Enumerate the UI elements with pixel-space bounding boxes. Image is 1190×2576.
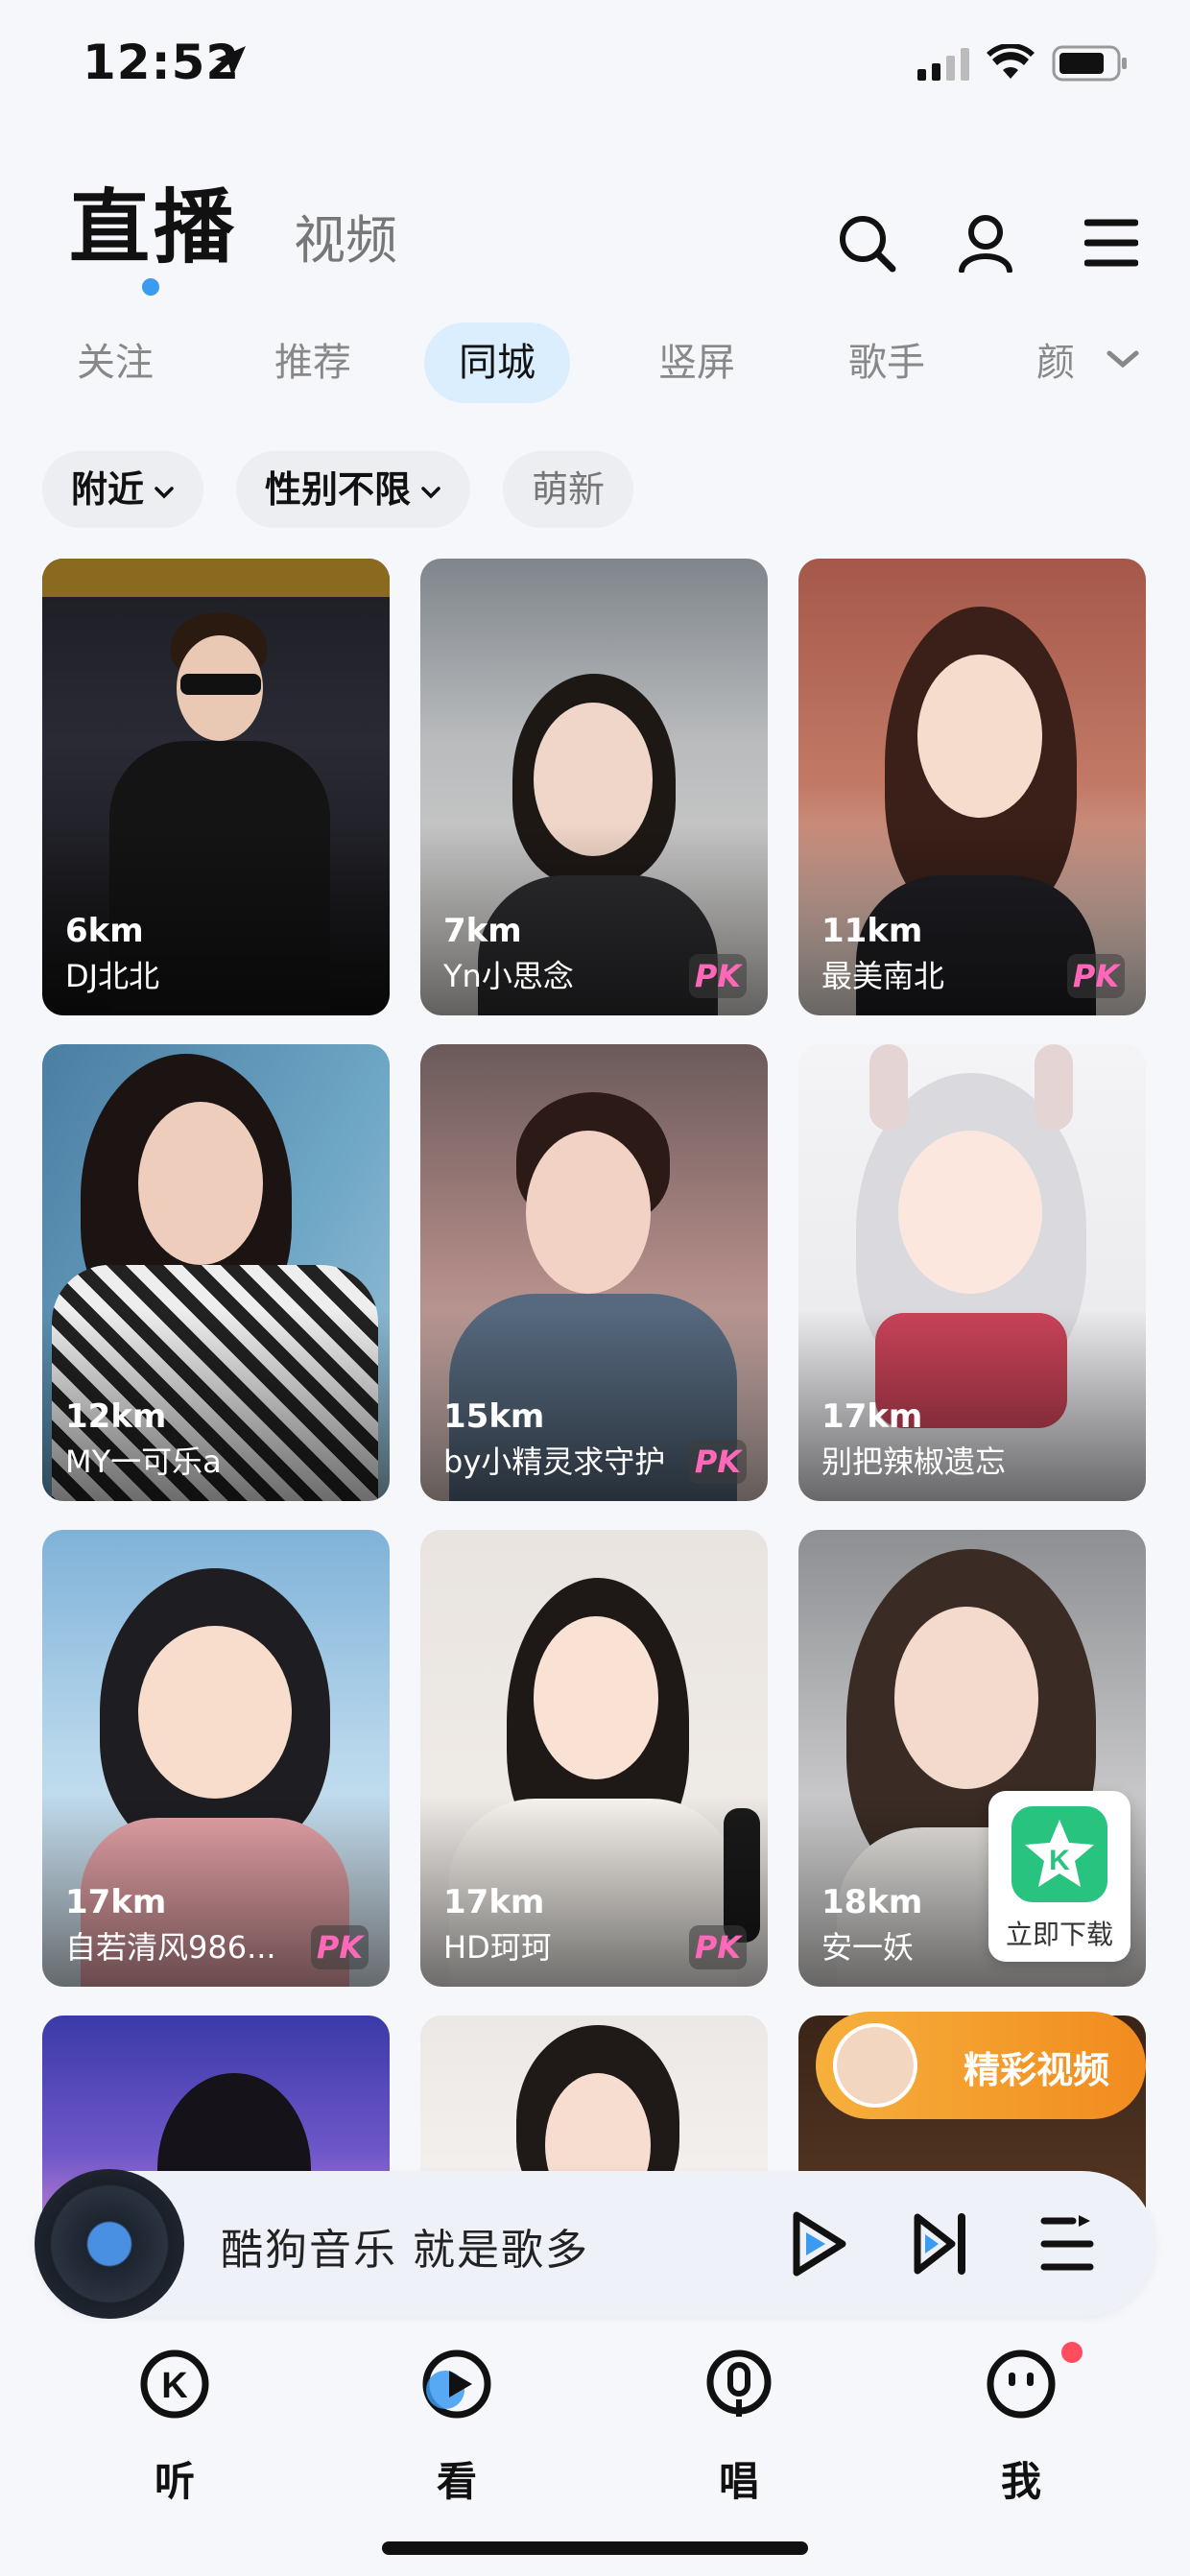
stream-card[interactable]: 6km DJ北北 bbox=[42, 559, 390, 1015]
nav-me-label: 我 bbox=[1000, 2458, 1041, 2505]
streamer-name: 自若清风986... bbox=[65, 1929, 276, 1966]
listen-icon: K bbox=[140, 2349, 209, 2419]
tab-recommend[interactable]: 推荐 bbox=[274, 322, 351, 403]
stream-distance: 6km bbox=[65, 912, 144, 950]
promo-avatar bbox=[833, 2023, 917, 2108]
pk-badge: PK bbox=[689, 954, 747, 998]
user-icon[interactable] bbox=[956, 213, 1015, 273]
stream-card[interactable]: 17km 别把辣椒遗忘 bbox=[798, 1044, 1146, 1501]
search-icon[interactable] bbox=[837, 213, 896, 273]
streamer-name: Yn小思念 bbox=[443, 958, 574, 994]
player-slogan: 酷狗音乐 就是歌多 bbox=[221, 2226, 589, 2275]
cellular-signal-icon bbox=[917, 48, 969, 81]
playlist-icon[interactable] bbox=[1038, 2207, 1096, 2280]
promo-label: 精彩视频 bbox=[964, 2049, 1110, 2091]
active-tab-indicator bbox=[142, 278, 159, 296]
stream-distance: 15km bbox=[443, 1397, 545, 1436]
pk-badge: PK bbox=[689, 1440, 747, 1484]
vinyl-disc-icon bbox=[35, 2169, 184, 2319]
streamer-name: 别把辣椒遗忘 bbox=[821, 1443, 1007, 1480]
pk-badge: PK bbox=[689, 1925, 747, 1969]
streamer-name: 最美南北 bbox=[821, 958, 945, 994]
kugou-k-logo-icon: K bbox=[1012, 1806, 1107, 1902]
filter-nearby-label: 附近 bbox=[71, 468, 145, 511]
chevron-down-icon bbox=[155, 486, 174, 498]
nav-watch[interactable]: 看 bbox=[390, 2342, 524, 2534]
nav-sing[interactable]: 唱 bbox=[672, 2342, 806, 2534]
watch-icon bbox=[422, 2349, 491, 2419]
status-bar: 12:52 bbox=[0, 0, 1190, 134]
stream-distance: 17km bbox=[443, 1883, 545, 1921]
stream-card[interactable]: 12km MY一可乐a bbox=[42, 1044, 390, 1501]
streamer-name: 安一妖 bbox=[821, 1929, 915, 1966]
stream-distance: 7km bbox=[443, 912, 522, 950]
streamer-name: DJ北北 bbox=[65, 958, 160, 994]
svg-text:K: K bbox=[161, 2366, 188, 2406]
battery-icon bbox=[1052, 45, 1127, 82]
pk-badge: PK bbox=[311, 1925, 369, 1969]
streamer-name: by小精灵求守护 bbox=[443, 1443, 666, 1480]
tab-singer[interactable]: 歌手 bbox=[848, 322, 925, 403]
home-indicator[interactable] bbox=[382, 2541, 808, 2555]
stream-distance: 12km bbox=[65, 1397, 167, 1436]
streamer-name: HD珂珂 bbox=[443, 1929, 552, 1966]
category-tabs: 关注 推荐 同城 竖屏 歌手 颜 bbox=[38, 322, 1171, 409]
streamer-name: MY一可乐a bbox=[65, 1443, 222, 1480]
filter-gender[interactable]: 性别不限 bbox=[236, 451, 471, 528]
nav-me[interactable]: 我 bbox=[954, 2342, 1088, 2534]
stream-distance: 11km bbox=[821, 912, 923, 950]
location-arrow-icon bbox=[215, 46, 246, 77]
filter-nearby[interactable]: 附近 bbox=[42, 451, 204, 528]
tab-live[interactable]: 直播 bbox=[69, 163, 238, 279]
stream-distance: 17km bbox=[65, 1883, 167, 1921]
stream-distance: 18km bbox=[821, 1883, 923, 1921]
nav-sing-label: 唱 bbox=[718, 2458, 759, 2505]
download-label: 立即下载 bbox=[1005, 1919, 1113, 1950]
nav-listen-label: 听 bbox=[154, 2458, 195, 2505]
stream-card[interactable]: 15km by小精灵求守护 PK bbox=[420, 1044, 768, 1501]
stream-card[interactable]: 11km 最美南北 PK bbox=[798, 559, 1146, 1015]
tab-looks[interactable]: 颜 bbox=[1036, 322, 1075, 403]
stream-distance: 17km bbox=[821, 1397, 923, 1436]
tab-video[interactable]: 视频 bbox=[294, 198, 397, 274]
stream-card[interactable]: 17km 自若清风986... PK bbox=[42, 1530, 390, 1987]
filter-newbie[interactable]: 萌新 bbox=[503, 451, 634, 528]
play-icon[interactable] bbox=[785, 2207, 852, 2280]
wifi-icon bbox=[987, 44, 1035, 79]
stream-card[interactable]: 17km HD珂珂 PK bbox=[420, 1530, 768, 1987]
bottom-nav: K 听 看 唱 我 bbox=[0, 2342, 1190, 2534]
pk-badge: PK bbox=[1067, 954, 1125, 998]
download-app-badge[interactable]: K 立即下载 bbox=[988, 1791, 1130, 1962]
me-icon bbox=[987, 2349, 1056, 2419]
notification-dot bbox=[1061, 2342, 1083, 2363]
filter-gender-label: 性别不限 bbox=[265, 468, 412, 511]
chevron-down-icon[interactable] bbox=[1106, 347, 1140, 370]
tab-same-city[interactable]: 同城 bbox=[424, 322, 570, 403]
nav-listen[interactable]: K 听 bbox=[107, 2342, 242, 2534]
mini-player[interactable]: 酷狗音乐 就是歌多 bbox=[35, 2169, 1155, 2319]
sing-icon bbox=[706, 2349, 772, 2417]
svg-text:K: K bbox=[1049, 1845, 1070, 1876]
tab-vertical[interactable]: 竖屏 bbox=[658, 322, 735, 403]
menu-icon[interactable] bbox=[1084, 213, 1138, 273]
featured-video-button[interactable]: 精彩视频 bbox=[816, 2012, 1146, 2119]
nav-watch-label: 看 bbox=[436, 2458, 477, 2505]
tab-follow[interactable]: 关注 bbox=[77, 322, 154, 403]
stream-card[interactable]: 7km Yn小思念 PK bbox=[420, 559, 768, 1015]
next-track-icon[interactable] bbox=[910, 2207, 971, 2280]
chevron-down-icon bbox=[421, 486, 440, 498]
filter-newbie-label: 萌新 bbox=[532, 468, 606, 511]
